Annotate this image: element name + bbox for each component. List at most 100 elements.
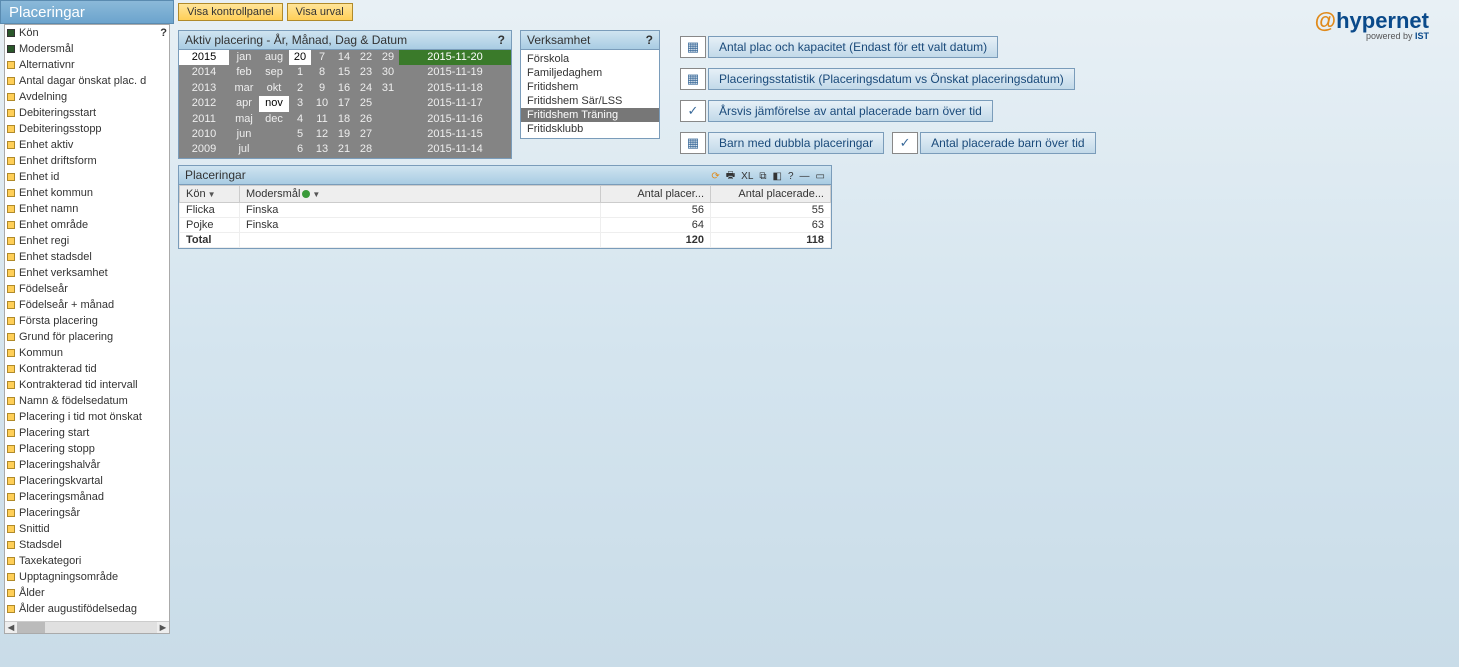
sidebar-item[interactable]: Enhet namn xyxy=(5,201,169,217)
sidebar-item[interactable]: Placering start xyxy=(5,425,169,441)
chart-icon[interactable]: ◧ xyxy=(771,171,784,182)
months-cell[interactable]: jul xyxy=(229,142,259,157)
col-modersmal[interactable]: Modersmål▼ xyxy=(240,186,601,203)
sidebar-item[interactable]: Kontrakterad tid xyxy=(5,361,169,377)
dates-cell[interactable]: 2015-11-20 xyxy=(399,50,511,65)
years-cell[interactable]: 2009 xyxy=(179,142,229,157)
days-cell[interactable]: 2 xyxy=(289,81,311,96)
help-icon[interactable]: ? xyxy=(160,27,167,39)
days-cell[interactable]: 26 xyxy=(355,112,377,127)
sidebar-item[interactable]: Ålder xyxy=(5,585,169,601)
col-antal-2[interactable]: Antal placerade... xyxy=(711,186,831,203)
months-cell[interactable]: aug xyxy=(259,50,289,65)
verksamhet-item[interactable]: Fritidshem xyxy=(521,80,659,94)
dates-cell[interactable]: 2015-11-15 xyxy=(399,127,511,142)
days-cell[interactable]: 1 xyxy=(289,65,311,80)
sidebar-item[interactable]: Placering stopp xyxy=(5,441,169,457)
days-cell[interactable]: 5 xyxy=(289,127,311,142)
sidebar-item[interactable]: Placeringsmånad xyxy=(5,489,169,505)
days-cell[interactable]: 8 xyxy=(311,65,333,80)
days-cell[interactable]: 29 xyxy=(377,50,399,65)
sidebar-item[interactable]: Snittid xyxy=(5,521,169,537)
sidebar-item[interactable]: Alternativnr xyxy=(5,57,169,73)
action-placed-over-time[interactable]: ✓ Antal placerade barn över tid xyxy=(892,132,1095,154)
sidebar-item[interactable]: Antal dagar önskat plac. d xyxy=(5,73,169,89)
verksamhet-item[interactable]: Fritidshem Sär/LSS xyxy=(521,94,659,108)
sidebar-item[interactable]: Upptagningsområde xyxy=(5,569,169,585)
sidebar-item[interactable]: Enhet regi xyxy=(5,233,169,249)
sidebar-item[interactable]: Placering i tid mot önskat xyxy=(5,409,169,425)
show-control-panel-button[interactable]: Visa kontrollpanel xyxy=(178,3,283,21)
sidebar-item[interactable]: Enhet stadsdel xyxy=(5,249,169,265)
verksamhet-item[interactable]: Fritidshem Träning xyxy=(521,108,659,122)
help-icon[interactable]: ? xyxy=(498,33,505,47)
table-row[interactable]: FlickaFinska5655 xyxy=(180,203,831,218)
sidebar-item[interactable]: Placeringsår xyxy=(5,505,169,521)
days-cell[interactable]: 30 xyxy=(377,65,399,80)
dates-cell[interactable]: 2015-11-16 xyxy=(399,112,511,127)
years-cell[interactable]: 2011 xyxy=(179,112,229,127)
sidebar-item[interactable]: Debiteringsstopp xyxy=(5,121,169,137)
sidebar-item[interactable]: Födelseår + månad xyxy=(5,297,169,313)
days-cell[interactable]: 10 xyxy=(311,96,333,111)
sidebar-item[interactable]: Enhet driftsform xyxy=(5,153,169,169)
days-cell[interactable]: 11 xyxy=(311,112,333,127)
months-cell[interactable]: maj xyxy=(229,112,259,127)
sidebar-item[interactable]: Namn & födelsedatum xyxy=(5,393,169,409)
verksamhet-item[interactable]: Familjedaghem xyxy=(521,66,659,80)
sidebar-item[interactable]: Kommun xyxy=(5,345,169,361)
days-cell[interactable]: 17 xyxy=(333,96,355,111)
days-cell[interactable]: 20 xyxy=(289,50,311,65)
sidebar-item[interactable]: Avdelning xyxy=(5,89,169,105)
scroll-right-icon[interactable]: ► xyxy=(157,622,169,634)
days-cell[interactable]: 14 xyxy=(333,50,355,65)
days-cell[interactable]: 21 xyxy=(333,142,355,157)
days-cell[interactable]: 6 xyxy=(289,142,311,157)
dates-cell[interactable]: 2015-11-18 xyxy=(399,81,511,96)
months-cell[interactable]: jun xyxy=(229,127,259,142)
sidebar-item[interactable]: Enhet verksamhet xyxy=(5,265,169,281)
days-cell[interactable]: 28 xyxy=(355,142,377,157)
sidebar-item[interactable]: Första placering xyxy=(5,313,169,329)
sidebar-item[interactable]: Enhet aktiv xyxy=(5,137,169,153)
print-icon[interactable]: 🖶 xyxy=(724,168,737,185)
days-cell[interactable]: 12 xyxy=(311,127,333,142)
action-placement-stats[interactable]: ▦ Placeringsstatistik (Placeringsdatum v… xyxy=(680,68,1075,90)
excel-icon[interactable]: XL xyxy=(739,171,755,182)
days-cell[interactable]: 16 xyxy=(333,81,355,96)
show-selection-button[interactable]: Visa urval xyxy=(287,3,353,21)
days-cell[interactable]: 18 xyxy=(333,112,355,127)
verksamhet-item[interactable]: Förskola xyxy=(521,52,659,66)
days-cell[interactable]: 4 xyxy=(289,112,311,127)
dates-cell[interactable]: 2015-11-19 xyxy=(399,65,511,80)
action-yearly-compare[interactable]: ✓ Årsvis jämförelse av antal placerade b… xyxy=(680,100,993,122)
months-cell[interactable]: mar xyxy=(229,81,259,96)
sidebar-item[interactable]: Modersmål xyxy=(5,41,169,57)
dates-cell[interactable]: 2015-11-17 xyxy=(399,96,511,111)
help-icon[interactable]: ? xyxy=(786,171,796,182)
days-cell[interactable]: 22 xyxy=(355,50,377,65)
days-cell[interactable]: 31 xyxy=(377,81,399,96)
days-cell[interactable]: 15 xyxy=(333,65,355,80)
days-cell[interactable]: 27 xyxy=(355,127,377,142)
sidebar-item[interactable]: Stadsdel xyxy=(5,537,169,553)
scroll-left-icon[interactable]: ◄ xyxy=(5,622,17,634)
sidebar-item[interactable]: Grund för placering xyxy=(5,329,169,345)
sidebar-item[interactable]: Placeringskvartal xyxy=(5,473,169,489)
dates-cell[interactable]: 2015-11-14 xyxy=(399,142,511,157)
col-kon[interactable]: Kön▼ xyxy=(180,186,240,203)
months-cell[interactable]: feb xyxy=(229,65,259,80)
days-cell[interactable]: 24 xyxy=(355,81,377,96)
years-cell[interactable]: 2015 xyxy=(179,50,229,65)
sidebar-item[interactable]: Enhet kommun xyxy=(5,185,169,201)
sidebar-item[interactable]: Ålder augustifödelsedag xyxy=(5,601,169,617)
sidebar-item[interactable]: Taxekategori xyxy=(5,553,169,569)
days-cell[interactable]: 19 xyxy=(333,127,355,142)
months-cell[interactable]: nov xyxy=(259,96,289,111)
months-cell[interactable]: apr xyxy=(229,96,259,111)
years-cell[interactable]: 2012 xyxy=(179,96,229,111)
days-cell[interactable]: 9 xyxy=(311,81,333,96)
months-cell[interactable]: dec xyxy=(259,112,289,127)
sidebar-item[interactable]: Placeringshalvår xyxy=(5,457,169,473)
table-row[interactable]: PojkeFinska6463 xyxy=(180,218,831,233)
